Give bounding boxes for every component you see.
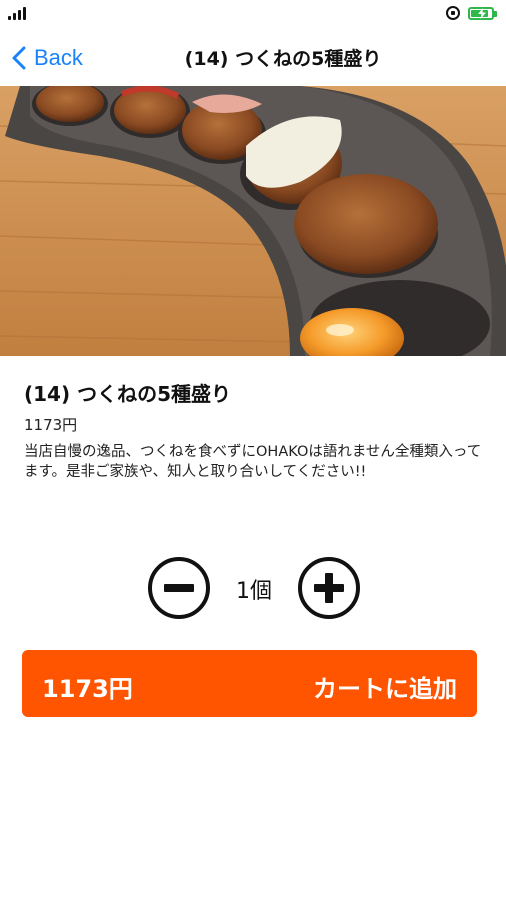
quantity-stepper: 1個 [148,557,360,621]
back-button[interactable]: Back [12,38,83,78]
status-indicators [446,6,497,20]
rotation-lock-icon [446,6,460,20]
product-price: 1173円 [24,416,78,434]
product-name: (14) つくねの5種盛り [24,382,231,406]
back-label: Back [34,45,83,70]
chevron-left-icon [12,46,26,70]
add-to-cart-label: カートに追加 [313,675,457,703]
decrease-quantity-button[interactable] [148,557,210,619]
minus-circle-icon [164,584,194,592]
quantity-value: 1個 [236,579,272,604]
increase-quantity-button[interactable] [298,557,360,619]
battery-charging-icon [468,6,497,20]
plus-icon-vertical [325,573,333,603]
status-bar [0,0,506,30]
product-photo [0,86,506,356]
navigation-bar: Back (14) つくねの5種盛り [0,30,506,86]
add-to-cart-button[interactable]: 1173円 カートに追加 [22,650,477,717]
page-title: (14) つくねの5種盛り [184,48,382,70]
cellular-signal-icon [8,7,26,20]
charging-bolt-icon [478,7,486,19]
product-description: 当店自慢の逸品、つくねを食べずにOHAKOは語れません全種類入ってます。是非ご家… [24,444,482,480]
cart-total-price: 1173円 [42,675,133,703]
